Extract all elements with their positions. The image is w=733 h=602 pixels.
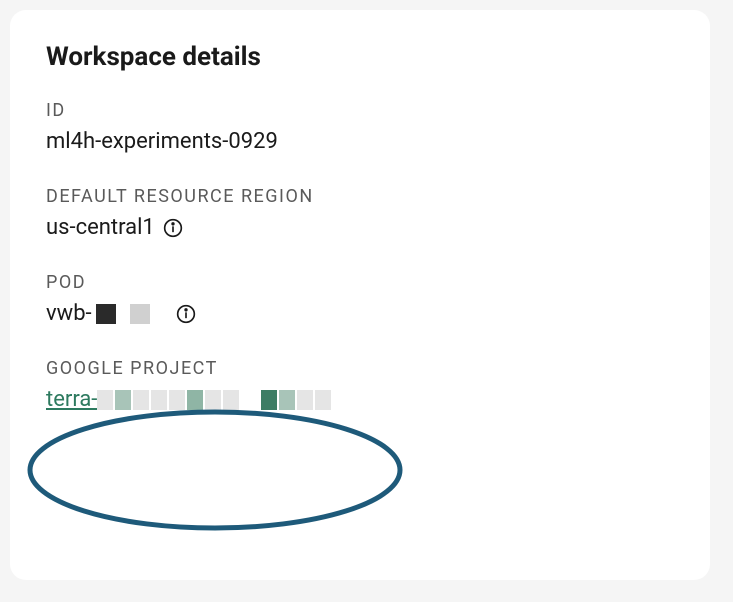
redacted-pixelated — [97, 390, 331, 410]
google-project-link[interactable]: terra- — [46, 387, 97, 412]
field-pod-label: POD — [46, 272, 674, 293]
field-id: ID ml4h-experiments-0929 — [46, 100, 674, 154]
field-region-value: us-central1 — [46, 215, 674, 240]
field-id-value: ml4h-experiments-0929 — [46, 129, 674, 154]
redacted-block — [96, 304, 116, 324]
annotation-ellipse — [20, 405, 410, 535]
field-google-project-value: terra- — [46, 387, 674, 412]
field-region-text: us-central1 — [46, 215, 155, 240]
field-region-label: DEFAULT RESOURCE REGION — [46, 186, 674, 207]
info-icon[interactable] — [176, 304, 196, 324]
field-id-label: ID — [46, 100, 674, 121]
card-title: Workspace details — [46, 42, 674, 72]
info-icon[interactable] — [163, 218, 183, 238]
workspace-details-card: Workspace details ID ml4h-experiments-09… — [10, 10, 710, 580]
field-google-project: GOOGLE PROJECT terra- — [46, 358, 674, 412]
field-google-project-label: GOOGLE PROJECT — [46, 358, 674, 379]
field-pod: POD vwb- — [46, 272, 674, 326]
field-region: DEFAULT RESOURCE REGION us-central1 — [46, 186, 674, 240]
redacted-block — [130, 304, 150, 324]
field-pod-prefix: vwb- — [46, 301, 92, 326]
field-pod-value: vwb- — [46, 301, 674, 326]
